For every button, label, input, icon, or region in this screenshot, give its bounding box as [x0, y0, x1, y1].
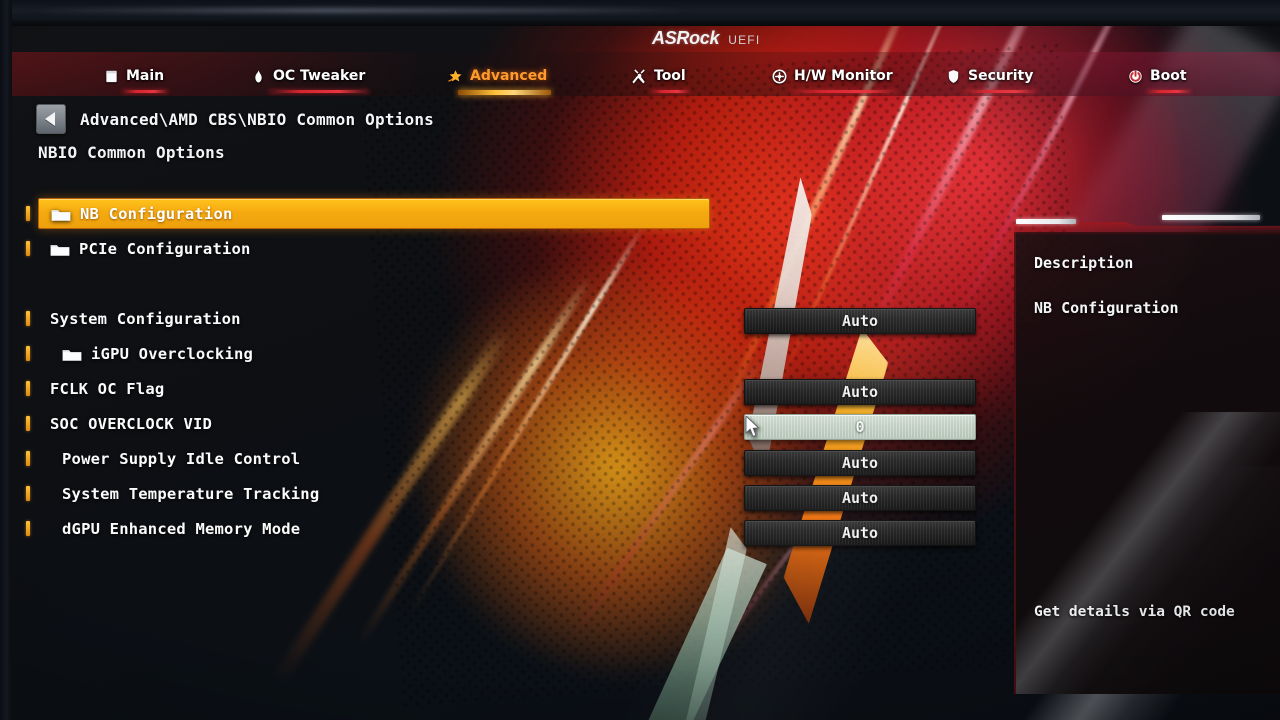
row-marker [26, 486, 30, 501]
list-item-body: System Configuration [38, 303, 710, 334]
list-item-body: iGPU Overclocking [38, 338, 710, 369]
power-icon [1128, 69, 1143, 84]
tab-label: Boot [1150, 68, 1187, 84]
folder-icon [50, 242, 70, 256]
back-arrow-icon [45, 112, 55, 126]
row-marker [26, 381, 30, 396]
row-marker [26, 206, 30, 221]
value-text: Auto [841, 454, 879, 472]
tab-underline [269, 90, 370, 93]
value-field-focused[interactable]: 0 [744, 414, 976, 440]
options-list: NB Configuration PCIe Configuration Syste… [0, 196, 760, 546]
tab-boot[interactable]: Boot [1124, 58, 1191, 94]
breadcrumb-path: Advanced\AMD CBS\NBIO Common Options [80, 109, 434, 129]
tab-security[interactable]: Security [942, 58, 1038, 94]
list-item-label: System Temperature Tracking [62, 484, 320, 503]
list-item-label: SOC OVERCLOCK VID [50, 414, 213, 433]
list-item-body: NB Configuration [38, 198, 710, 229]
tab-main[interactable]: Main [100, 58, 169, 94]
tab-underline [790, 90, 897, 93]
list-item-label: Power Supply Idle Control [62, 449, 301, 468]
flame-icon [251, 69, 266, 84]
list-item-label: iGPU Overclocking [91, 344, 254, 363]
value-text: Auto [841, 524, 879, 542]
tab-h-w-monitor[interactable]: H/W Monitor [768, 58, 897, 94]
row-marker [26, 241, 30, 256]
row-marker [26, 416, 30, 431]
list-item[interactable]: NB Configuration [0, 196, 760, 231]
value-field[interactable]: Auto [744, 450, 976, 476]
folder-icon [62, 347, 82, 361]
list-item-label: NB Configuration [80, 204, 233, 223]
breadcrumb: Advanced\AMD CBS\NBIO Common Options [36, 104, 434, 134]
wrench-icon [632, 68, 647, 84]
list-item[interactable]: System Configuration [0, 301, 760, 336]
description-heading: Description [1034, 254, 1134, 272]
value-field[interactable]: Auto [744, 520, 976, 546]
tab-underline [964, 90, 1038, 93]
brand-name: ASRock [652, 28, 720, 48]
tab-underline [650, 90, 690, 93]
page-title: NBIO Common Options [38, 143, 225, 162]
tab-tool[interactable]: Tool [628, 58, 690, 94]
tab-underline [122, 90, 169, 93]
uefi-setup-screen: ASRock UEFI Main OC Tweaker Advanced Tool… [0, 0, 1280, 720]
brand-logo: ASRock UEFI [652, 28, 760, 49]
shield-icon [946, 69, 961, 84]
tab-oc-tweaker[interactable]: OC Tweaker [247, 58, 370, 94]
list-item-label: PCIe Configuration [79, 239, 251, 258]
monitor-bezel-top [0, 0, 1280, 26]
list-item[interactable]: Power Supply Idle Control [0, 441, 760, 476]
list-item[interactable]: System Temperature Tracking [0, 476, 760, 511]
list-item-body: FCLK OC Flag [38, 373, 710, 404]
value-text: Auto [841, 489, 879, 507]
value-field[interactable]: Auto [744, 485, 976, 511]
tab-advanced[interactable]: Advanced [444, 58, 552, 95]
list-item-body: dGPU Enhanced Memory Mode [38, 513, 710, 544]
main-tab-strip: Main OC Tweaker Advanced Tool H/W Monitor… [0, 52, 1280, 96]
list-item[interactable]: SOC OVERCLOCK VID [0, 406, 760, 441]
value-text: Auto [841, 312, 879, 330]
list-item-body: SOC OVERCLOCK VID [38, 408, 710, 439]
list-item-body: System Temperature Tracking [38, 478, 710, 509]
brand-subtitle: UEFI [728, 33, 761, 47]
list-item[interactable]: dGPU Enhanced Memory Mode [0, 511, 760, 546]
tab-label: Security [968, 68, 1034, 84]
gauge-icon [772, 69, 787, 84]
list-item-label: System Configuration [50, 309, 241, 328]
tab-label: Advanced [470, 68, 548, 84]
row-marker [26, 311, 30, 326]
value-field[interactable]: Auto [744, 308, 976, 334]
list-item[interactable]: PCIe Configuration [0, 231, 760, 266]
list-item[interactable]: iGPU Overclocking [0, 336, 760, 371]
row-marker [26, 451, 30, 466]
value-text: Auto [841, 383, 879, 401]
tab-label: OC Tweaker [273, 68, 366, 84]
window-icon [104, 69, 119, 84]
tab-label: Main [126, 68, 165, 84]
row-marker [26, 521, 30, 536]
description-text: NB Configuration [1034, 299, 1179, 317]
tab-label: Tool [654, 68, 686, 84]
star-icon [448, 69, 463, 84]
list-item-label: FCLK OC Flag [50, 379, 165, 398]
panel-diagonal-sheen [1016, 412, 1280, 694]
back-button[interactable] [36, 104, 66, 134]
list-item-body: PCIe Configuration [38, 233, 710, 264]
tab-underline [458, 90, 552, 95]
tab-underline [1146, 90, 1191, 93]
tab-label: H/W Monitor [794, 68, 893, 84]
folder-icon [51, 207, 71, 221]
value-text: 0 [855, 418, 865, 436]
list-item-body: Power Supply Idle Control [38, 443, 710, 474]
description-panel: Description NB Configuration Get details… [1014, 232, 1280, 694]
list-item[interactable]: FCLK OC Flag [0, 371, 760, 406]
list-item-label: dGPU Enhanced Memory Mode [62, 519, 301, 538]
row-marker [26, 346, 30, 361]
qr-code-hint[interactable]: Get details via QR code [1034, 604, 1274, 620]
value-field[interactable]: Auto [744, 379, 976, 405]
